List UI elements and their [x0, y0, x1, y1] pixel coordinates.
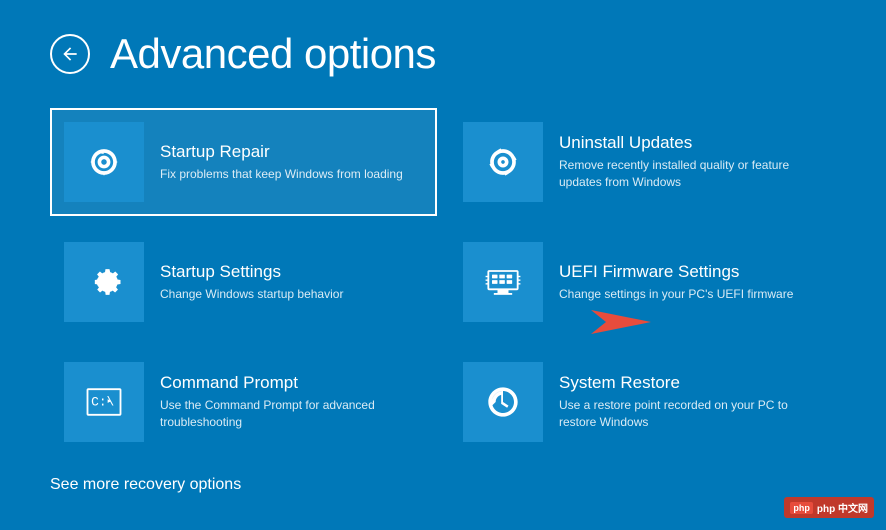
uninstall-updates-text: Uninstall Updates Remove recently instal… [559, 133, 822, 191]
command-prompt-title: Command Prompt [160, 373, 423, 393]
command-prompt-text: Command Prompt Use the Command Prompt fo… [160, 373, 423, 431]
startup-repair-custom-icon-final [82, 140, 126, 184]
option-startup-settings[interactable]: Startup Settings Change Windows startup … [50, 228, 437, 336]
watermark-php: php [790, 502, 813, 514]
startup-repair-text: Startup Repair Fix problems that keep Wi… [160, 142, 423, 183]
uninstall-updates-icon [481, 140, 525, 184]
option-command-prompt[interactable]: C:\ Command Prompt Use the Command Promp… [50, 348, 437, 456]
command-prompt-desc: Use the Command Prompt for advanced trou… [160, 397, 423, 431]
back-button[interactable] [50, 34, 90, 74]
startup-repair-icon-bg [64, 122, 144, 202]
startup-repair-title: Startup Repair [160, 142, 423, 162]
system-restore-icon-bg [463, 362, 543, 442]
watermark-text: php 中文网 [817, 500, 868, 515]
uninstall-updates-title: Uninstall Updates [559, 133, 822, 153]
system-restore-text: System Restore Use a restore point recor… [559, 373, 822, 431]
option-uefi-firmware[interactable]: UEFI Firmware Settings Change settings i… [449, 228, 836, 336]
watermark: php php 中文网 [784, 497, 874, 518]
command-prompt-icon-bg: C:\ [64, 362, 144, 442]
option-startup-repair[interactable]: Startup Repair Fix problems that keep Wi… [50, 108, 437, 216]
uefi-firmware-desc: Change settings in your PC's UEFI firmwa… [559, 286, 822, 303]
startup-repair-desc: Fix problems that keep Windows from load… [160, 166, 423, 183]
uefi-firmware-icon-bg [463, 242, 543, 322]
uefi-firmware-title: UEFI Firmware Settings [559, 262, 822, 282]
page-title: Advanced options [110, 30, 436, 78]
startup-settings-title: Startup Settings [160, 262, 423, 282]
system-restore-title: System Restore [559, 373, 822, 393]
startup-settings-text: Startup Settings Change Windows startup … [160, 262, 423, 303]
uninstall-updates-desc: Remove recently installed quality or fea… [559, 157, 822, 191]
system-restore-icon [481, 380, 525, 424]
startup-settings-icon [82, 260, 126, 304]
page-container: Advanced options Startup Repair Fix prob… [0, 0, 886, 530]
uefi-firmware-icon [481, 260, 525, 304]
startup-settings-icon-bg [64, 242, 144, 322]
svg-text:C:\: C:\ [91, 395, 114, 410]
header: Advanced options [50, 30, 836, 78]
command-prompt-icon: C:\ [82, 380, 126, 424]
options-grid: Startup Repair Fix problems that keep Wi… [50, 108, 836, 456]
uninstall-updates-icon-bg [463, 122, 543, 202]
uefi-firmware-text: UEFI Firmware Settings Change settings i… [559, 262, 822, 303]
see-more-link[interactable]: See more recovery options [50, 476, 836, 494]
back-icon [60, 44, 80, 64]
option-uninstall-updates[interactable]: Uninstall Updates Remove recently instal… [449, 108, 836, 216]
option-system-restore[interactable]: System Restore Use a restore point recor… [449, 348, 836, 456]
system-restore-desc: Use a restore point recorded on your PC … [559, 397, 822, 431]
startup-settings-desc: Change Windows startup behavior [160, 286, 423, 303]
